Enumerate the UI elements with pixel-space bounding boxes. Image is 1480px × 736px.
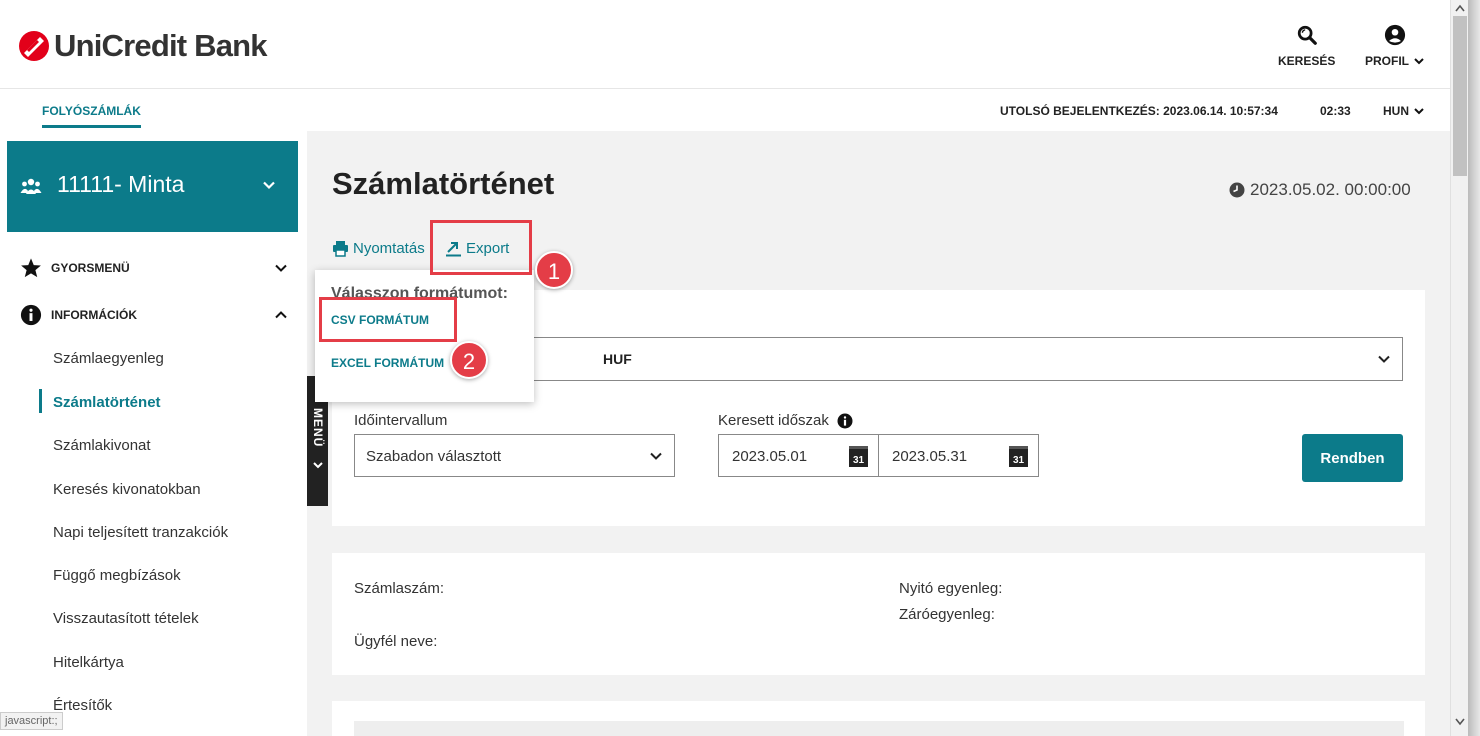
printer-icon bbox=[333, 241, 348, 257]
sub-header: FOLYÓSZÁMLÁK UTOLSÓ BEJELENTKEZÉS: 2023.… bbox=[0, 88, 1450, 131]
chevron-down-icon bbox=[263, 181, 275, 190]
window-edge bbox=[1468, 0, 1480, 736]
profile-menu[interactable]: PROFIL bbox=[1365, 24, 1425, 68]
active-item-indicator bbox=[39, 389, 42, 413]
sidebar-item-pending-orders[interactable]: Függő megbízások bbox=[53, 567, 181, 584]
date-from-value: 2023.05.01 bbox=[732, 448, 808, 465]
sidebar-item-account-history[interactable]: Számlatörténet bbox=[53, 394, 161, 411]
scroll-up-icon[interactable] bbox=[1455, 4, 1465, 12]
session-timer: 02:33 bbox=[1320, 104, 1351, 118]
top-header: UniCredit Bank KERESÉS PROFIL bbox=[0, 0, 1450, 88]
unicredit-logo[interactable]: UniCredit Bank bbox=[18, 28, 268, 64]
date-from-input[interactable]: 2023.05.01 31 bbox=[718, 434, 879, 477]
information-label: INFORMÁCIÓK bbox=[51, 308, 137, 322]
transactions-card bbox=[332, 701, 1425, 736]
people-icon bbox=[20, 178, 42, 194]
scroll-down-icon[interactable] bbox=[1455, 718, 1465, 726]
chevron-down-icon bbox=[1414, 58, 1424, 65]
data-timestamp: 2023.05.02. 00:00:00 bbox=[1229, 180, 1411, 200]
page-scrollbar[interactable] bbox=[1450, 0, 1468, 736]
unicredit-logo-icon bbox=[19, 31, 49, 61]
user-icon bbox=[1384, 24, 1406, 46]
account-number-label: Számlaszám: bbox=[354, 580, 445, 597]
profile-label: PROFIL bbox=[1365, 54, 1409, 68]
sidebar-item-statement-search[interactable]: Keresés kivonatokban bbox=[53, 481, 201, 498]
client-name-label: Ügyfél neve: bbox=[354, 633, 438, 650]
timestamp-text: 2023.05.02. 00:00:00 bbox=[1250, 180, 1411, 199]
menu-toggle-label: MENÜ bbox=[311, 408, 325, 448]
search-button[interactable]: KERESÉS bbox=[1278, 24, 1335, 68]
chevron-down-icon bbox=[650, 452, 662, 460]
interval-select-value: Szabadon választott bbox=[366, 448, 502, 465]
info-icon[interactable] bbox=[837, 413, 853, 429]
account-selector[interactable]: 11111- Minta bbox=[7, 141, 298, 232]
language-label: HUN bbox=[1383, 104, 1409, 118]
sidebar-item-account-statement[interactable]: Számlakivonat bbox=[53, 437, 151, 454]
chevron-down-icon bbox=[313, 462, 323, 469]
opening-balance-label: Nyitó egyenleg: bbox=[899, 580, 1003, 597]
scrollbar-thumb[interactable] bbox=[1453, 16, 1467, 176]
sidebar: 11111- Minta GYORSMENÜ INFORMÁCIÓK Száml… bbox=[0, 131, 307, 736]
logo-text: UniCredit Bank bbox=[54, 28, 268, 63]
period-label: Keresett időszak bbox=[718, 412, 829, 429]
quick-menu-section[interactable]: GYORSMENÜ bbox=[20, 257, 290, 279]
period-label-row: Keresett időszak bbox=[718, 412, 853, 429]
step-badge-1: 1 bbox=[535, 251, 573, 289]
sidebar-item-daily-transactions[interactable]: Napi teljesített tranzakciók bbox=[53, 524, 228, 541]
sidebar-item-account-balance[interactable]: Számlaegyenleg bbox=[53, 350, 164, 367]
date-to-value: 2023.05.31 bbox=[892, 448, 968, 465]
highlight-csv bbox=[319, 297, 457, 342]
tab-current-accounts[interactable]: FOLYÓSZÁMLÁK bbox=[42, 104, 141, 128]
chevron-down-icon bbox=[1414, 108, 1424, 115]
page-title: Számlatörténet bbox=[332, 166, 555, 201]
chevron-up-icon bbox=[275, 311, 287, 319]
chevron-down-icon bbox=[1378, 355, 1390, 363]
account-info-card: Számlaszám: Ügyfél neve: Nyitó egyenleg:… bbox=[332, 553, 1425, 675]
sidebar-item-rejected-items[interactable]: Visszautasított tételek bbox=[53, 610, 199, 627]
date-to-input[interactable]: 2023.05.31 31 bbox=[878, 434, 1039, 477]
closing-balance-label: Záróegyenleg: bbox=[899, 606, 995, 623]
clock-icon bbox=[1229, 182, 1245, 198]
chevron-down-icon bbox=[275, 264, 287, 272]
information-section[interactable]: INFORMÁCIÓK bbox=[20, 304, 290, 326]
step-badge-2: 2 bbox=[450, 341, 488, 379]
ok-button[interactable]: Rendben bbox=[1302, 434, 1403, 482]
account-select-value: HUF bbox=[603, 351, 632, 367]
status-bar-link-preview: javascript:; bbox=[0, 712, 63, 730]
highlight-export bbox=[430, 220, 532, 275]
quick-menu-label: GYORSMENÜ bbox=[51, 261, 130, 275]
table-header-strip bbox=[354, 721, 1404, 736]
language-selector[interactable]: HUN bbox=[1383, 104, 1425, 118]
search-icon bbox=[1297, 25, 1317, 45]
calendar-icon[interactable]: 31 bbox=[1009, 446, 1028, 467]
print-button[interactable]: Nyomtatás bbox=[332, 240, 425, 257]
search-label: KERESÉS bbox=[1278, 54, 1336, 68]
info-icon bbox=[20, 304, 42, 326]
last-login-info: UTOLSÓ BEJELENTKEZÉS: 2023.06.14. 10:57:… bbox=[1000, 104, 1278, 118]
star-icon bbox=[21, 258, 41, 278]
calendar-icon[interactable]: 31 bbox=[849, 446, 868, 467]
print-label: Nyomtatás bbox=[353, 240, 425, 257]
interval-label: Időintervallum bbox=[354, 412, 448, 429]
interval-select[interactable]: Szabadon választott bbox=[354, 434, 675, 477]
account-name: 11111- Minta bbox=[57, 171, 185, 197]
sidebar-item-credit-card[interactable]: Hitelkártya bbox=[53, 654, 124, 671]
excel-format-option[interactable]: EXCEL FORMÁTUM bbox=[331, 356, 444, 370]
